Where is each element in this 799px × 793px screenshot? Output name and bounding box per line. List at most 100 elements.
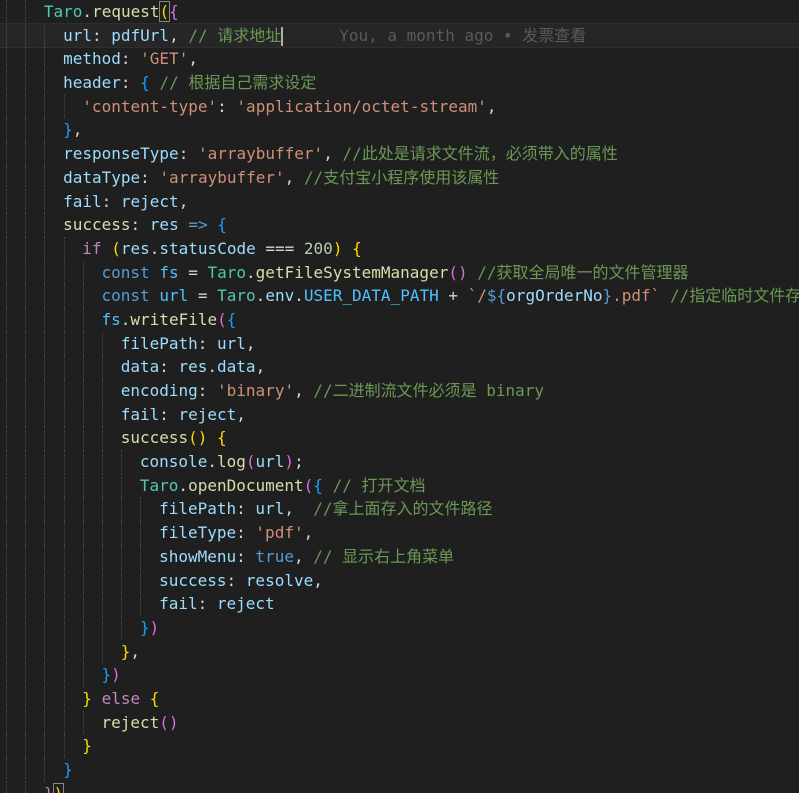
code-line[interactable]: filePath: url,: [0, 331, 799, 356]
code-token: true: [255, 546, 294, 566]
indent-guide: [82, 355, 84, 379]
code-token: ,: [313, 570, 323, 590]
code-token: fs: [159, 262, 179, 282]
code-line[interactable]: url: pdfUrl, // 请求地址 You, a month ago • 发…: [0, 22, 799, 49]
code-text: }): [102, 663, 121, 687]
code-line[interactable]: const fs = Taro.getFileSystemManager() /…: [0, 260, 799, 285]
code-token: Taro: [217, 286, 256, 306]
code-token: ,: [255, 357, 266, 377]
code-token: 'GET': [140, 49, 189, 69]
code-token: header: [63, 73, 121, 93]
code-line[interactable]: console.log(url);: [0, 450, 799, 474]
indent-guide: [25, 758, 27, 782]
code-token: reject: [120, 191, 179, 211]
code-line[interactable]: filePath: url, //拿上面存入的文件路径: [0, 497, 799, 522]
code-token: `/: [467, 286, 487, 306]
code-line[interactable]: responseType: 'arraybuffer', //此处是请求文件流，…: [0, 142, 799, 166]
indent-guide: [6, 118, 7, 143]
code-token: success: [120, 428, 189, 448]
code-line[interactable]: }): [0, 615, 799, 640]
code-token: ,: [178, 191, 189, 211]
code-token: fail: [159, 594, 198, 614]
code-line[interactable]: 'content-type': 'application/octet-strea…: [0, 94, 799, 119]
code-line[interactable]: encoding: 'binary', //二进制流文件必须是 binary: [0, 379, 799, 403]
code-line[interactable]: }): [0, 781, 799, 793]
code-token: ,: [130, 641, 140, 661]
indent-guide: [25, 781, 27, 793]
indent-guide: [102, 568, 103, 593]
indent-guide: [44, 710, 46, 735]
code-token: ,: [169, 25, 189, 45]
code-token: ): [149, 617, 160, 637]
code-token: reject: [101, 712, 160, 732]
code-line[interactable]: fail: reject,: [0, 402, 799, 427]
code-line[interactable]: const url = Taro.env.USER_DATA_PATH + `/…: [0, 284, 799, 308]
indent-guide: [6, 615, 7, 640]
code-line[interactable]: },: [0, 639, 799, 664]
code-line[interactable]: Taro.openDocument({ // 打开文档: [0, 473, 799, 498]
code-line[interactable]: fs.writeFile({: [0, 307, 799, 332]
indent-guide: [102, 521, 103, 545]
code-line[interactable]: }: [0, 758, 799, 782]
code-token: url: [63, 25, 92, 45]
code-line[interactable]: reject(): [0, 710, 799, 735]
code-line[interactable]: }: [0, 734, 799, 758]
indent-guide: [25, 497, 27, 522]
code-line[interactable]: success: res => {: [0, 213, 799, 237]
code-line[interactable]: } else {: [0, 686, 799, 711]
indent-guide: [44, 639, 46, 664]
code-line[interactable]: header: { // 根据自己需求设定: [0, 71, 799, 95]
code-text: success: resolve,: [159, 569, 323, 593]
code-token: success: [159, 570, 227, 590]
code-line[interactable]: }): [0, 663, 799, 687]
indent-guide: [25, 355, 27, 379]
code-token: (: [158, 1, 171, 22]
indent-guide: [44, 213, 46, 237]
indent-guide: [44, 189, 46, 214]
code-line[interactable]: success() {: [0, 426, 799, 451]
indent-guide: [25, 236, 27, 261]
code-line[interactable]: Taro.request({: [0, 0, 799, 24]
code-token: //二进制流文件必须是 binary: [313, 381, 545, 400]
code-token: log: [216, 452, 246, 472]
code-token: :: [178, 144, 198, 164]
code-token: .: [246, 262, 256, 282]
code-line[interactable]: if (res.statusCode === 200) {: [0, 236, 799, 261]
code-token: :: [226, 570, 246, 590]
code-line[interactable]: success: resolve,: [0, 568, 799, 593]
indent-guide: [63, 592, 65, 616]
code-line[interactable]: showMenu: true, // 显示右上角菜单: [0, 544, 799, 569]
code-line[interactable]: fail: reject: [0, 592, 799, 616]
indent-guide: [140, 544, 142, 569]
indent-guide: [6, 260, 7, 285]
code-text: success() {: [121, 426, 227, 450]
code-text: filePath: url,: [121, 332, 256, 356]
code-line[interactable]: dataType: 'arraybuffer', //支付宝小程序使用该属性: [0, 165, 799, 190]
indent-guide: [6, 23, 7, 48]
code-token: ,: [236, 404, 246, 424]
code-line[interactable]: fail: reject,: [0, 189, 799, 214]
indent-guide: [82, 331, 84, 356]
code-lines[interactable]: Taro.request({url: pdfUrl, // 请求地址 You, a…: [0, 0, 799, 793]
code-token: :: [120, 49, 141, 69]
code-line[interactable]: },: [0, 118, 799, 143]
code-line[interactable]: fileType: 'pdf',: [0, 521, 799, 545]
code-editor[interactable]: Taro.request({url: pdfUrl, // 请求地址 You, a…: [0, 0, 799, 793]
indent-guide: [63, 402, 65, 427]
indent-guide: [121, 544, 123, 569]
code-line[interactable]: method: 'GET',: [0, 47, 799, 72]
indent-guide: [44, 592, 46, 616]
code-token: // 根据自己需求设定: [159, 73, 317, 93]
indent-guide: [63, 307, 65, 332]
indent-guide: [6, 521, 7, 545]
indent-guide: [6, 94, 7, 119]
code-token: }: [101, 665, 112, 685]
indent-guide: [44, 47, 46, 72]
indent-guide: [6, 450, 7, 474]
code-token: dataType: [63, 167, 141, 187]
code-line[interactable]: data: res.data,: [0, 355, 799, 379]
